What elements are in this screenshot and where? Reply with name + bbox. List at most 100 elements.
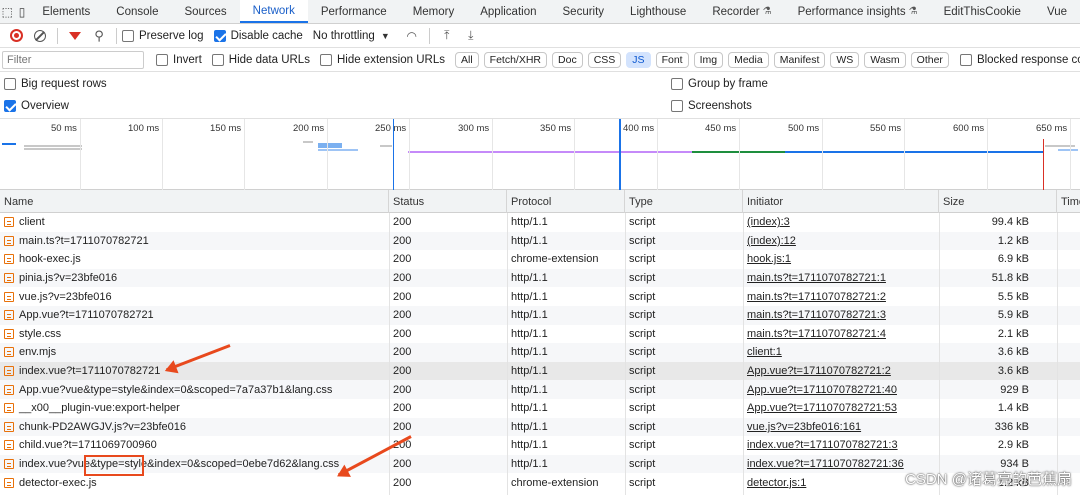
- cell-initiator[interactable]: main.ts?t=1711070782721:1: [743, 269, 939, 288]
- initiator-link[interactable]: (index):12: [747, 235, 796, 247]
- big-request-rows-checkbox[interactable]: Big request rows: [4, 78, 107, 90]
- type-filter-all[interactable]: All: [454, 51, 479, 68]
- network-conditions-button[interactable]: ◠: [400, 25, 424, 47]
- type-filter-media[interactable]: Media: [728, 51, 769, 68]
- device-toolbar-icon[interactable]: ▯: [15, 0, 30, 23]
- filter-toggle-button[interactable]: [63, 25, 87, 47]
- table-row[interactable]: main.ts?t=1711070782721 200 http/1.1 script…: [0, 231, 1080, 251]
- type-filter-wasm[interactable]: Wasm: [864, 51, 906, 68]
- cell-type: script: [625, 380, 743, 399]
- initiator-link[interactable]: client:1: [747, 346, 782, 358]
- table-row[interactable]: App.vue?t=1711070782721 200 http/1.1 script…: [0, 306, 1080, 325]
- table-row[interactable]: client 200 http/1.1 script (index):3 99.4 kB: [0, 213, 1080, 232]
- tab-sources[interactable]: Sources: [171, 0, 239, 23]
- table-row[interactable]: child.vue?t=1711069700960 200 http/1.1 scri…: [0, 436, 1080, 455]
- cell-initiator[interactable]: index.vue?t=1711070782721:3: [743, 436, 939, 455]
- cell-initiator[interactable]: main.ts?t=1711070782721:4: [743, 325, 939, 344]
- table-row[interactable]: hook-exec.js 200 chrome-extension script hoo…: [0, 250, 1080, 269]
- table-row[interactable]: style.css 200 http/1.1 script main.ts?t=1711…: [0, 325, 1080, 344]
- tab-console[interactable]: Console: [103, 0, 171, 23]
- cell-initiator[interactable]: main.ts?t=1711070782721:3: [743, 306, 939, 325]
- group-by-frame-checkbox[interactable]: Group by frame: [671, 78, 768, 90]
- blocked-cookies-label: Blocked response cookies: [976, 53, 1080, 66]
- throttling-select[interactable]: No throttling: [313, 30, 375, 42]
- tab-security[interactable]: Security: [550, 0, 618, 23]
- type-filter-other[interactable]: Other: [910, 51, 949, 68]
- overview-checkbox[interactable]: Overview: [4, 100, 69, 112]
- import-har-button[interactable]: ⤒: [435, 25, 459, 47]
- disable-cache-checkbox[interactable]: Disable cache: [213, 29, 303, 42]
- table-row[interactable]: App.vue?vue&type=style&index=0&scoped=7a…: [0, 380, 1080, 399]
- table-row[interactable]: env.mjs 200 http/1.1 script client:1 3.6 kB: [0, 343, 1080, 362]
- initiator-link[interactable]: main.ts?t=1711070782721:4: [747, 328, 886, 340]
- hide-data-urls-checkbox[interactable]: Hide data URLs: [211, 53, 310, 66]
- tab-elements[interactable]: Elements: [29, 0, 103, 23]
- column-header-time[interactable]: Time: [1057, 190, 1080, 213]
- inspect-element-icon[interactable]: ⬚: [0, 0, 15, 23]
- cell-initiator[interactable]: App.vue?t=1711070782721:53: [743, 399, 939, 418]
- type-filter-manifest[interactable]: Manifest: [773, 51, 826, 68]
- column-header-size[interactable]: Size: [939, 190, 1057, 213]
- column-header-name[interactable]: Name: [0, 190, 389, 213]
- type-filter-font[interactable]: Font: [655, 51, 689, 68]
- table-row[interactable]: __x00__plugin-vue:export-helper 200 http/1…: [0, 399, 1080, 418]
- cell-initiator[interactable]: vue.js?v=23bfe016:161: [743, 418, 939, 437]
- tab-memory[interactable]: Memory: [400, 0, 468, 23]
- cell-initiator[interactable]: main.ts?t=1711070782721:2: [743, 287, 939, 306]
- column-header-protocol[interactable]: Protocol: [507, 190, 625, 213]
- stop-recording-button[interactable]: [4, 25, 28, 47]
- filter-input[interactable]: [2, 50, 144, 69]
- type-filter-doc[interactable]: Doc: [552, 51, 583, 68]
- cell-initiator[interactable]: client:1: [743, 343, 939, 362]
- initiator-link[interactable]: (index):3: [747, 216, 790, 228]
- tab-performance[interactable]: Performance: [308, 0, 400, 23]
- preserve-log-checkbox[interactable]: Preserve log: [122, 29, 204, 42]
- table-row[interactable]: vue.js?v=23bfe016 200 http/1.1 script main.t…: [0, 287, 1080, 306]
- tab-editthiscookie[interactable]: EditThisCookie: [931, 0, 1034, 23]
- initiator-link[interactable]: detector.js:1: [747, 477, 806, 489]
- table-row[interactable]: chunk-PD2AWGJV.js?v=23bfe016 200 http/1.1 s…: [0, 417, 1080, 437]
- type-filter-ws[interactable]: WS: [830, 51, 860, 68]
- initiator-link[interactable]: main.ts?t=1711070782721:2: [747, 291, 886, 303]
- blocked-cookies-checkbox[interactable]: Blocked response cookies: [959, 53, 1080, 66]
- table-row[interactable]: pinia.js?v=23bfe016 200 http/1.1 script main…: [0, 268, 1080, 288]
- initiator-link[interactable]: hook.js:1: [747, 253, 791, 265]
- hide-extension-urls-checkbox[interactable]: Hide extension URLs: [319, 53, 445, 66]
- cell-initiator[interactable]: App.vue?t=1711070782721:40: [743, 380, 939, 399]
- cell-initiator[interactable]: (index):12: [743, 232, 939, 251]
- initiator-link[interactable]: App.vue?t=1711070782721:2: [747, 365, 891, 377]
- column-header-status[interactable]: Status: [389, 190, 507, 213]
- tab-application[interactable]: Application: [467, 0, 549, 23]
- initiator-link[interactable]: main.ts?t=1711070782721:1: [747, 272, 886, 284]
- column-header-type[interactable]: Type: [625, 190, 743, 213]
- initiator-link[interactable]: App.vue?t=1711070782721:40: [747, 384, 897, 396]
- tab-vue[interactable]: Vue: [1034, 0, 1080, 23]
- type-filter-css[interactable]: CSS: [587, 51, 622, 68]
- chevron-down-icon[interactable]: ▼: [381, 31, 390, 41]
- type-filter-fetch-xhr[interactable]: Fetch/XHR: [483, 51, 548, 68]
- column-header-initiator[interactable]: Initiator: [743, 190, 939, 213]
- screenshots-checkbox[interactable]: Screenshots: [671, 100, 752, 112]
- tab-network[interactable]: Network: [239, 0, 308, 23]
- cell-text: 3.6 kB: [997, 346, 1029, 359]
- initiator-link[interactable]: index.vue?t=1711070782721:36: [747, 458, 904, 470]
- clear-button[interactable]: [28, 25, 52, 47]
- tab-lighthouse[interactable]: Lighthouse: [617, 0, 699, 23]
- initiator-link[interactable]: vue.js?v=23bfe016:161: [747, 421, 861, 433]
- initiator-link[interactable]: index.vue?t=1711070782721:3: [747, 439, 898, 451]
- export-har-button[interactable]: ⤓: [459, 25, 483, 47]
- type-filter-img[interactable]: Img: [693, 51, 724, 68]
- invert-checkbox[interactable]: Invert: [156, 53, 202, 66]
- cell-initiator[interactable]: (index):3: [743, 213, 939, 232]
- cell-initiator[interactable]: hook.js:1: [743, 250, 939, 269]
- initiator-link[interactable]: main.ts?t=1711070782721:3: [747, 309, 886, 321]
- initiator-link[interactable]: App.vue?t=1711070782721:53: [747, 402, 897, 414]
- tab-performance-insights[interactable]: Performance insights ⚗: [785, 0, 931, 23]
- cell-text: script: [629, 402, 656, 415]
- hide-extension-urls-label: Hide extension URLs: [336, 53, 445, 66]
- tab-recorder[interactable]: Recorder ⚗: [699, 0, 784, 23]
- cell-initiator[interactable]: App.vue?t=1711070782721:2: [743, 362, 939, 381]
- type-filter-js[interactable]: JS: [626, 51, 651, 68]
- network-overview-timeline[interactable]: 50 ms 100 ms 150 ms 200 ms 250 ms 300 ms 350 m…: [0, 118, 1080, 191]
- search-button[interactable]: ⚲: [87, 25, 111, 47]
